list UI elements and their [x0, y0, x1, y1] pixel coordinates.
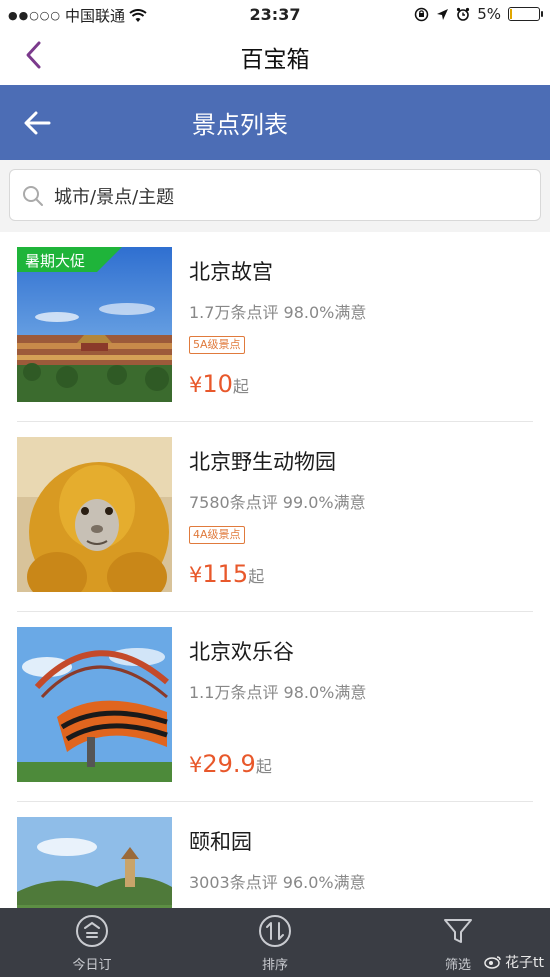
list-item[interactable]: 颐和园 3003条点评 96.0%满意 [0, 802, 550, 908]
attraction-name: 北京欢乐谷 [189, 640, 294, 664]
list-item[interactable]: 北京野生动物园 7580条点评 99.0%满意 4A级景点 ¥115起 [0, 422, 550, 612]
price-suffix: 起 [232, 377, 249, 396]
price-suffix: 起 [255, 757, 272, 776]
battery-level [510, 9, 512, 19]
promo-label: 暑期大促 [25, 252, 86, 270]
tab-today[interactable]: 今日订 [37, 908, 147, 977]
location-arrow-icon [437, 8, 449, 20]
battery-icon [508, 7, 543, 21]
review-summary: 7580条点评 99.0%满意 [189, 493, 366, 512]
attraction-name: 颐和园 [189, 830, 252, 854]
thumbnail-image [17, 437, 172, 592]
watermark: 花子tt [484, 952, 544, 972]
search-input[interactable]: 城市/景点/主题 [9, 169, 541, 221]
review-summary: 1.7万条点评 98.0%满意 [189, 303, 367, 322]
currency-symbol: ¥ [189, 563, 203, 587]
status-bar: ●●○○○ 中国联通 23:37 5% [0, 0, 550, 28]
battery-percent: 5% [477, 5, 501, 23]
list-item[interactable]: 北京欢乐谷 1.1万条点评 98.0%满意 ¥29.9起 [0, 612, 550, 802]
watermark-text: 花子tt [505, 955, 544, 971]
page-header: 景点列表 [0, 85, 550, 160]
tab-label: 今日订 [72, 958, 112, 973]
today-icon [76, 915, 108, 947]
review-summary: 1.1万条点评 98.0%满意 [189, 683, 367, 702]
bottom-tab-bar: 今日订 排序 筛选 花子tt [0, 908, 550, 977]
filter-icon [444, 919, 472, 943]
weibo-icon [484, 956, 501, 969]
nav-title: 百宝箱 [240, 47, 310, 73]
thumbnail-image [17, 817, 172, 908]
rating-badge: 5A级景点 [189, 336, 245, 354]
status-right: 5% [414, 5, 543, 23]
price-value: 115 [202, 560, 249, 588]
currency-symbol: ¥ [189, 373, 203, 397]
price-value: 10 [202, 370, 233, 398]
back-arrow-icon[interactable] [22, 108, 52, 138]
price-value: 29.9 [202, 750, 256, 778]
attraction-name: 北京野生动物园 [189, 450, 336, 474]
review-summary: 3003条点评 96.0%满意 [189, 873, 366, 892]
search-icon [23, 186, 43, 206]
sort-icon [259, 915, 291, 947]
currency-symbol: ¥ [189, 753, 203, 777]
price-suffix: 起 [248, 567, 265, 586]
tab-sort[interactable]: 排序 [220, 908, 330, 977]
rating-badge: 4A级景点 [189, 526, 245, 544]
attraction-name: 北京故宫 [189, 260, 273, 284]
price: ¥10起 [189, 370, 249, 398]
thumbnail-image: 暑期大促 [17, 247, 172, 402]
price: ¥29.9起 [189, 750, 272, 778]
attraction-list: 暑期大促 北京故宫 1.7万条点评 98.0%满意 5A级景点 ¥10起 北京野… [0, 232, 550, 908]
price: ¥115起 [189, 560, 264, 588]
list-item[interactable]: 暑期大促 北京故宫 1.7万条点评 98.0%满意 5A级景点 ¥10起 [0, 232, 550, 422]
alarm-icon [457, 7, 470, 21]
search-area: 城市/景点/主题 [0, 160, 550, 232]
nav-bar: 百宝箱 [0, 28, 550, 84]
tab-label: 排序 [261, 958, 288, 973]
thumbnail-image [17, 627, 172, 782]
search-placeholder: 城市/景点/主题 [54, 187, 175, 208]
page-title: 景点列表 [192, 111, 288, 139]
orientation-lock-icon [414, 7, 429, 21]
